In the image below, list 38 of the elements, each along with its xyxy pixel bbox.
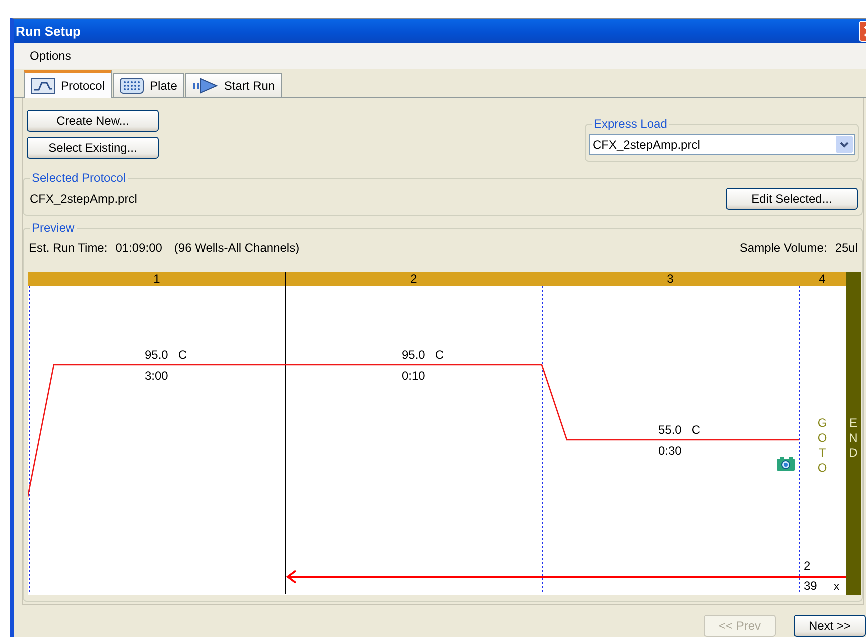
next-button[interactable]: Next >> — [794, 615, 866, 637]
goto-repeat-count: 39 — [804, 579, 818, 593]
group-label: Selected Protocol — [30, 171, 128, 185]
goto-target-step: 2 — [804, 559, 811, 573]
play-arrow-icon — [192, 78, 218, 94]
step-number: 4 — [819, 272, 826, 286]
goto-label: GOTO — [818, 416, 828, 475]
step-temperature: 55.0 C — [658, 423, 701, 437]
repeat-times-mark: x — [834, 581, 840, 593]
chevron-down-icon — [836, 136, 853, 153]
run-time-label: Est. Run Time: — [29, 241, 108, 257]
menu-item[interactable]: Options — [26, 47, 76, 65]
step-duration: 0:10 — [402, 369, 426, 383]
end-label: END — [849, 416, 858, 460]
step-number: 3 — [667, 272, 674, 286]
group-label: Preview — [30, 221, 77, 235]
tab[interactable]: Plate — [113, 73, 184, 97]
sample-volume-value: 25ul — [835, 241, 858, 257]
window-title: Run Setup — [16, 24, 82, 38]
sample-volume-label: Sample Volume: — [740, 241, 828, 257]
step-number: 1 — [154, 272, 160, 286]
wells-info: (96 Wells-All Channels) — [174, 241, 300, 257]
step-temperature: 95.0 C — [402, 348, 444, 362]
tab[interactable]: Start Run — [185, 73, 282, 97]
step-duration: 3:00 — [145, 369, 168, 383]
express-load-dropdown[interactable]: CFX_2stepAmp.prcl — [589, 134, 855, 155]
wave-icon — [31, 78, 55, 94]
edit-selected-button[interactable]: Edit Selected... — [726, 188, 858, 210]
protocol-file-name: CFX_2stepAmp.prcl — [30, 192, 138, 206]
group-label: Express Load — [592, 117, 670, 131]
tab[interactable]: Protocol — [24, 70, 112, 98]
protocol-button[interactable]: Select Existing... — [27, 137, 159, 159]
step-temperature: 95.0 C — [145, 348, 188, 362]
protocol-button[interactable]: Create New... — [27, 110, 159, 132]
grid-icon — [120, 78, 144, 94]
step-duration: 0:30 — [658, 444, 682, 458]
run-time-value: 01:09:00 — [116, 241, 162, 257]
step-number: 2 — [410, 272, 418, 286]
